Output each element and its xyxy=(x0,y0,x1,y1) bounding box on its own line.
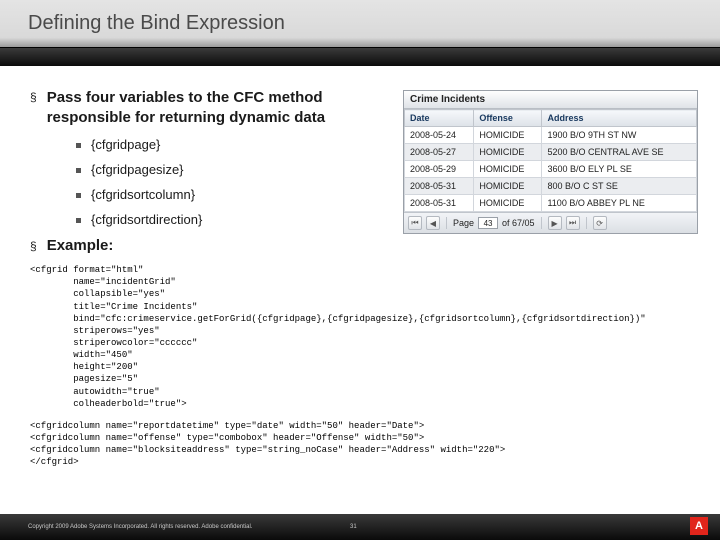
grid-pager: ⏮ ◀ Page 43 of 67/05 ▶ ⏭ ⟳ xyxy=(404,212,697,233)
example-label: Example: xyxy=(47,237,114,256)
pager-of-label: of 67/05 xyxy=(502,218,535,228)
grid-title: Crime Incidents xyxy=(404,91,697,109)
pager-page-label: Page xyxy=(453,218,474,228)
footer: Copyright 2009 Adobe Systems Incorporate… xyxy=(0,514,720,540)
table-row[interactable]: 2008-05-24HOMICIDE1900 B/O 9TH ST NW xyxy=(405,127,697,144)
table-row[interactable]: 2008-05-27HOMICIDE5200 B/O CENTRAL AVE S… xyxy=(405,144,697,161)
sub-bullet-text: {cfgridsortdirection} xyxy=(91,212,202,227)
title-bar: Defining the Bind Expression xyxy=(0,0,720,48)
table-row[interactable]: 2008-05-29HOMICIDE3600 B/O ELY PL SE xyxy=(405,161,697,178)
pager-separator xyxy=(586,217,587,229)
grid-header-address[interactable]: Address xyxy=(542,110,697,127)
pager-separator xyxy=(541,217,542,229)
copyright-text: Copyright 2009 Adobe Systems Incorporate… xyxy=(28,524,252,530)
sub-bullet-text: {cfgridpagesize} xyxy=(91,162,184,177)
grid-header-date[interactable]: Date xyxy=(405,110,474,127)
table-row[interactable]: 2008-05-31HOMICIDE800 B/O C ST SE xyxy=(405,178,697,195)
grid-table: Date Offense Address 2008-05-24HOMICIDE1… xyxy=(404,109,697,212)
code-block-2: <cfgridcolumn name="reportdatetime" type… xyxy=(30,420,690,469)
bullet-icon xyxy=(76,193,81,198)
pager-last-icon[interactable]: ⏭ xyxy=(566,216,580,230)
sub-bullet-text: {cfgridsortcolumn} xyxy=(91,187,195,202)
pager-refresh-icon[interactable]: ⟳ xyxy=(593,216,607,230)
slide-title: Defining the Bind Expression xyxy=(28,12,285,35)
bullet-icon: § xyxy=(30,88,37,127)
grid-header-offense[interactable]: Offense xyxy=(474,110,542,127)
adobe-logo-icon: A xyxy=(690,517,708,535)
pager-first-icon[interactable]: ⏮ xyxy=(408,216,422,230)
pager-prev-icon[interactable]: ◀ xyxy=(426,216,440,230)
page-number: 31 xyxy=(350,524,357,530)
pager-separator xyxy=(446,217,447,229)
grid-preview: Crime Incidents Date Offense Address 200… xyxy=(403,90,698,234)
bullet-icon: § xyxy=(30,237,37,256)
example-heading: § Example: xyxy=(30,237,690,256)
pager-page-input[interactable]: 43 xyxy=(478,217,498,229)
bullet-icon xyxy=(76,168,81,173)
bullet-icon xyxy=(76,218,81,223)
title-divider xyxy=(0,48,720,66)
code-block-1: <cfgrid format="html" name="incidentGrid… xyxy=(30,264,690,410)
pager-next-icon[interactable]: ▶ xyxy=(548,216,562,230)
bullet-icon xyxy=(76,143,81,148)
sub-bullet-text: {cfgridpage} xyxy=(91,137,160,152)
table-row[interactable]: 2008-05-31HOMICIDE1100 B/O ABBEY PL NE xyxy=(405,195,697,212)
